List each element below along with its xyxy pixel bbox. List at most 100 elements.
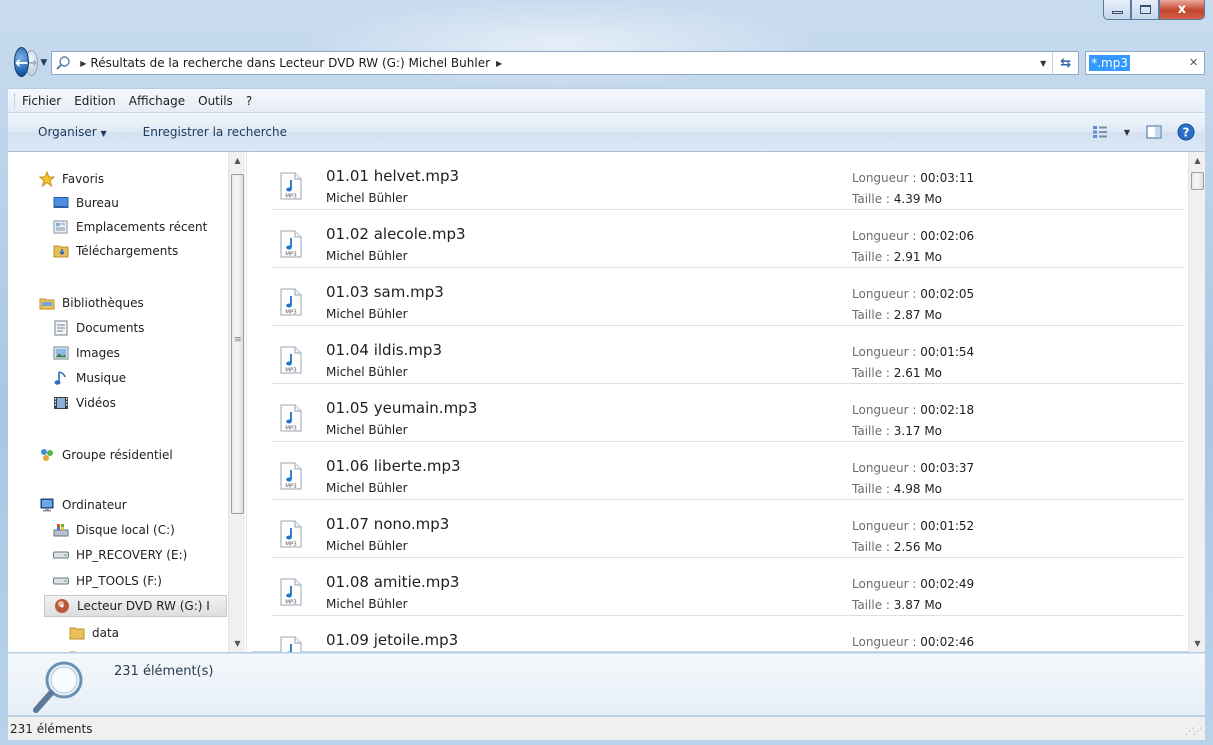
nav-favorites[interactable]: Favoris	[38, 168, 104, 190]
scroll-down-icon[interactable]: ▼	[1189, 635, 1206, 652]
nav-disk-g[interactable]: Lecteur DVD RW (G:) I	[44, 595, 227, 617]
list-item[interactable]: MP3 01.08 amitie.mp3 Michel Bühler Longu…	[272, 558, 1183, 616]
nav-homegroup[interactable]: Groupe résidentiel	[38, 444, 173, 466]
list-item[interactable]: MP3 01.05 yeumain.mp3 Michel Bühler Long…	[272, 384, 1183, 442]
file-artist: Michel Bühler	[326, 365, 408, 379]
menu-file[interactable]: Fichier	[22, 94, 61, 108]
size-label: Taille :	[852, 308, 890, 322]
results-scrollbar[interactable]: ▲ ▼	[1188, 152, 1205, 652]
nav-label: Bureau	[76, 196, 119, 210]
list-item[interactable]: MP3 01.01 helvet.mp3 Michel Bühler Longu…	[272, 152, 1183, 210]
svg-text:MP3: MP3	[285, 194, 297, 200]
list-item[interactable]: MP3 01.06 liberte.mp3 Michel Bühler Long…	[272, 442, 1183, 500]
file-name: 01.08 amitie.mp3	[326, 573, 460, 591]
file-artist: Michel Bühler	[326, 307, 408, 321]
nav-disk-f[interactable]: HP_TOOLS (F:)	[52, 570, 162, 592]
nav-label: Emplacements récent	[76, 220, 208, 234]
nav-label: Musique	[76, 371, 127, 385]
organize-button[interactable]: Organiser ▼	[38, 125, 107, 139]
length-label: Longueur :	[852, 171, 917, 185]
list-item[interactable]: MP3 01.03 sam.mp3 Michel Bühler Longueur…	[272, 268, 1183, 326]
list-item[interactable]: MP3 01.09 jetoile.mp3 Longueur : 00:02:4…	[272, 616, 1183, 652]
computer-icon	[38, 497, 56, 513]
size-value: 3.87 Mo	[893, 598, 943, 612]
nav-recent-places[interactable]: Emplacements récent	[52, 216, 207, 238]
file-length: Longueur : 00:02:18	[852, 403, 974, 417]
list-item[interactable]: MP3 01.04 ildis.mp3 Michel Bühler Longue…	[272, 326, 1183, 384]
nav-desktop[interactable]: Bureau	[52, 192, 119, 214]
length-value: 00:02:06	[920, 229, 975, 243]
nav-label: Favoris	[62, 172, 105, 186]
address-dropdown-icon[interactable]: ▼	[1034, 59, 1052, 68]
nav-libraries[interactable]: Bibliothèques	[38, 292, 144, 314]
resize-grip[interactable]: ⋰⋰	[1185, 727, 1202, 737]
length-label: Longueur :	[852, 403, 917, 417]
size-value: 4.98 Mo	[893, 482, 943, 496]
size-value: 3.17 Mo	[893, 424, 943, 438]
view-dropdown-icon[interactable]: ▼	[1123, 123, 1131, 141]
save-search-button[interactable]: Enregistrer la recherche	[143, 125, 287, 139]
list-item[interactable]: MP3 01.02 alecole.mp3 Michel Bühler Long…	[272, 210, 1183, 268]
nav-downloads[interactable]: Téléchargements	[52, 240, 178, 262]
length-label: Longueur :	[852, 519, 917, 533]
breadcrumb-arrow-icon[interactable]: ▶	[80, 59, 86, 68]
mp3-file-icon: MP3	[280, 230, 302, 258]
file-length: Longueur : 00:01:54	[852, 345, 974, 359]
recent-pages-dropdown[interactable]: ▼	[40, 58, 47, 68]
file-size: Taille : 2.87 Mo	[852, 308, 942, 322]
navigation-scrollbar[interactable]: ▲ ▼	[228, 152, 245, 652]
file-length: Longueur : 00:02:49	[852, 577, 974, 591]
dvd-drive-icon	[53, 598, 71, 614]
nav-folder-next[interactable]	[68, 646, 92, 652]
mp3-file-icon: MP3	[280, 462, 302, 490]
length-label: Longueur :	[852, 229, 917, 243]
file-size: Taille : 3.87 Mo	[852, 598, 942, 612]
length-label: Longueur :	[852, 345, 917, 359]
size-value: 2.91 Mo	[893, 250, 943, 264]
nav-music[interactable]: Musique	[52, 367, 126, 389]
search-query[interactable]: *.mp3	[1089, 55, 1130, 71]
nav-label: HP_TOOLS (F:)	[76, 574, 162, 588]
scrollbar-thumb[interactable]	[1191, 172, 1204, 190]
length-value: 00:02:18	[920, 403, 975, 417]
search-input[interactable]: *.mp3 ✕	[1085, 51, 1206, 75]
nav-videos[interactable]: Vidéos	[52, 392, 116, 414]
menu-tools[interactable]: Outils	[198, 94, 233, 108]
view-options-icon[interactable]	[1091, 123, 1109, 141]
star-icon	[38, 171, 56, 187]
menu-view[interactable]: Affichage	[129, 94, 185, 108]
close-button[interactable]: x	[1159, 0, 1205, 20]
breadcrumb-path[interactable]: Résultats de la recherche dans Lecteur D…	[90, 56, 490, 70]
nav-documents[interactable]: Documents	[52, 317, 144, 339]
file-name: 01.03 sam.mp3	[326, 283, 444, 301]
preview-pane-icon[interactable]	[1145, 123, 1163, 141]
clear-search-icon[interactable]: ✕	[1189, 56, 1198, 69]
nav-folder-data[interactable]: data	[68, 622, 119, 644]
length-label: Longueur :	[852, 287, 917, 301]
nav-disk-c[interactable]: Disque local (C:)	[52, 519, 175, 541]
menu-edit[interactable]: Edition	[74, 94, 116, 108]
nav-label: Bibliothèques	[62, 296, 144, 310]
scroll-down-icon[interactable]: ▼	[229, 635, 246, 652]
scroll-up-icon[interactable]: ▲	[1189, 152, 1206, 169]
menu-help[interactable]: ?	[246, 94, 252, 108]
nav-disk-e[interactable]: HP_RECOVERY (E:)	[52, 544, 187, 566]
svg-text:?: ?	[1183, 126, 1190, 140]
address-bar[interactable]: ▶ Résultats de la recherche dans Lecteur…	[51, 51, 1080, 75]
file-artist: Michel Bühler	[326, 481, 408, 495]
file-artist: Michel Bühler	[326, 249, 408, 263]
images-icon	[52, 345, 70, 361]
file-name: 01.04 ildis.mp3	[326, 341, 442, 359]
scroll-up-icon[interactable]: ▲	[229, 152, 246, 169]
breadcrumb-arrow-icon[interactable]: ▶	[496, 59, 502, 68]
nav-images[interactable]: Images	[52, 342, 120, 364]
list-item[interactable]: MP3 01.07 nono.mp3 Michel Bühler Longueu…	[272, 500, 1183, 558]
nav-computer[interactable]: Ordinateur	[38, 494, 127, 516]
svg-text:MP3: MP3	[285, 310, 297, 316]
mp3-file-icon: MP3	[280, 288, 302, 316]
help-icon[interactable]: ?	[1177, 123, 1195, 141]
refresh-icon[interactable]: ⇆	[1052, 52, 1078, 74]
minimize-button[interactable]	[1103, 0, 1131, 20]
maximize-button[interactable]	[1131, 0, 1159, 20]
scrollbar-thumb[interactable]	[231, 174, 244, 514]
